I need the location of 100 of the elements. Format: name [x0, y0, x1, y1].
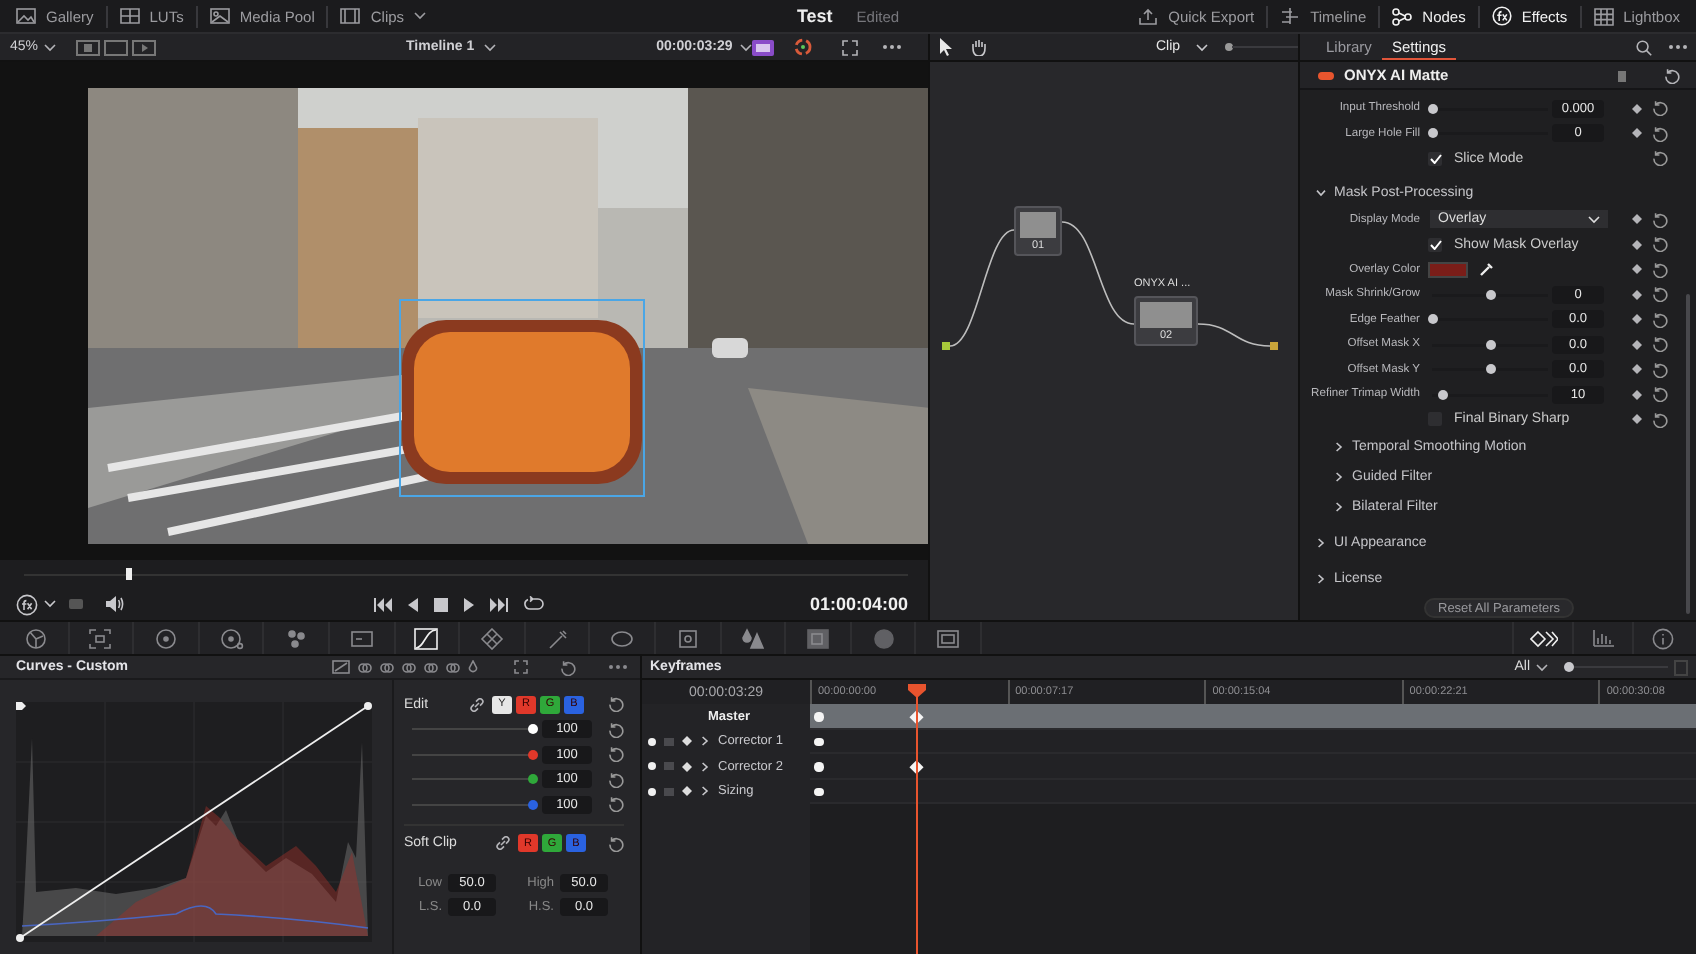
reverse-play-icon[interactable]: [408, 597, 418, 611]
checkbox[interactable]: [1428, 237, 1442, 252]
crosshair-icon[interactable]: [675, 627, 700, 649]
more-icon[interactable]: [608, 664, 628, 670]
play-view-icon[interactable]: [132, 39, 157, 55]
trash-icon[interactable]: [1616, 68, 1628, 82]
reset-icon[interactable]: [1652, 125, 1668, 142]
square-icon[interactable]: [805, 627, 830, 649]
slider-track[interactable]: [412, 723, 532, 736]
enable-dot[interactable]: [648, 787, 656, 796]
zoom-slider-icon[interactable]: [1224, 42, 1298, 52]
color-swatch[interactable]: [1428, 261, 1468, 278]
chevron-icon[interactable]: [700, 786, 710, 797]
curve-icon[interactable]: [414, 627, 439, 649]
diamond-icon[interactable]: [1529, 629, 1557, 647]
play-icon[interactable]: [464, 597, 474, 611]
keyframe-diamond-icon[interactable]: [1632, 239, 1642, 250]
keyframe-diamond-icon[interactable]: [1632, 214, 1642, 225]
slider-track[interactable]: [1432, 363, 1548, 376]
keyframe-diamond-icon[interactable]: [1632, 128, 1642, 139]
pointer-icon[interactable]: [940, 38, 954, 56]
slider-thumb[interactable]: [1564, 662, 1575, 672]
rectangle-icon[interactable]: [349, 627, 374, 649]
link-icon[interactable]: [496, 836, 510, 851]
keyframe-diamond-icon[interactable]: [682, 786, 692, 797]
slider-track[interactable]: [1432, 388, 1548, 401]
caret-icon[interactable]: [1536, 663, 1548, 671]
single-view-icon[interactable]: [76, 39, 101, 55]
caret-icon[interactable]: [44, 600, 56, 608]
reset-icon[interactable]: [608, 796, 624, 813]
sphere-icon[interactable]: [871, 627, 896, 649]
enable-dot[interactable]: [648, 737, 656, 746]
keyframe-diamond-icon[interactable]: [682, 761, 692, 772]
reset-icon[interactable]: [608, 771, 624, 788]
hand-icon[interactable]: [970, 38, 986, 56]
chevron-icon[interactable]: [1334, 442, 1344, 452]
skip-end-icon[interactable]: [490, 597, 508, 611]
checkbox[interactable]: [1428, 151, 1442, 166]
slider-track[interactable]: [1432, 313, 1548, 326]
slider-track[interactable]: [1432, 288, 1548, 301]
reset-icon[interactable]: [608, 721, 624, 738]
reset-icon[interactable]: [1652, 411, 1668, 428]
reset-icon[interactable]: [1652, 211, 1668, 228]
keyframe-diamond-icon[interactable]: [1632, 103, 1642, 114]
reset-icon[interactable]: [1652, 336, 1668, 353]
keyframe-diamond-icon[interactable]: [1632, 314, 1642, 325]
keyframe-diamond-icon[interactable]: [1632, 289, 1642, 300]
slider-track[interactable]: [1432, 127, 1548, 140]
slider-track[interactable]: [412, 748, 532, 761]
graph-mode-icon[interactable]: [332, 660, 350, 674]
slider-track[interactable]: [1564, 661, 1668, 673]
slider-thumb[interactable]: [1485, 364, 1495, 375]
chevron-icon[interactable]: [1316, 187, 1326, 197]
enable-toggle[interactable]: [1318, 71, 1334, 79]
slider-thumb[interactable]: [1427, 103, 1437, 114]
stop-icon[interactable]: [434, 597, 448, 611]
waveform-icon[interactable]: [1591, 628, 1615, 648]
caret-icon[interactable]: [740, 43, 753, 51]
keyframe-diamond-icon[interactable]: [1632, 414, 1642, 425]
circle-dot-icon[interactable]: [219, 627, 244, 649]
reset-icon[interactable]: [608, 746, 624, 763]
slider-thumb[interactable]: [1485, 289, 1495, 300]
keyframe-diamond-icon[interactable]: [1632, 364, 1642, 375]
slider-track[interactable]: [1432, 102, 1548, 115]
slider-track[interactable]: [412, 798, 532, 811]
drop-icon[interactable]: [468, 660, 478, 674]
chevron-icon[interactable]: [1334, 472, 1344, 482]
fullscreen-icon[interactable]: [842, 39, 859, 55]
keyframe-diamond-icon[interactable]: [682, 736, 692, 747]
reset-icon[interactable]: [608, 835, 624, 852]
eyedropper-icon[interactable]: [1480, 262, 1494, 277]
caret-icon[interactable]: [1196, 43, 1209, 51]
skip-start-icon[interactable]: [374, 597, 392, 611]
reset-icon[interactable]: [560, 659, 576, 675]
split-view-icon[interactable]: [104, 39, 129, 55]
loop-icon[interactable]: [524, 596, 544, 612]
frame-corners-icon[interactable]: [88, 627, 113, 649]
caret-icon[interactable]: [484, 43, 497, 51]
clip-icon[interactable]: [752, 39, 775, 55]
expand-icon[interactable]: [514, 660, 528, 674]
keyframe-diamond-icon[interactable]: [1632, 264, 1642, 275]
playhead[interactable]: [907, 684, 926, 954]
slider-track[interactable]: [1432, 338, 1548, 351]
ellipse-icon[interactable]: [610, 627, 635, 649]
keyframe-dot[interactable]: [814, 737, 823, 746]
enable-dot[interactable]: [648, 762, 656, 771]
frame-icon[interactable]: [936, 627, 961, 649]
chevron-icon[interactable]: [700, 761, 710, 772]
slider-thumb[interactable]: [527, 799, 537, 810]
keyframe-diamond-icon[interactable]: [1632, 339, 1642, 350]
color-wheel-icon[interactable]: [794, 38, 813, 56]
chevron-icon[interactable]: [1334, 502, 1344, 512]
reset-icon[interactable]: [1652, 361, 1668, 378]
link-icon[interactable]: [470, 697, 484, 712]
reset-icon[interactable]: [1652, 386, 1668, 403]
info-icon[interactable]: [1652, 627, 1674, 649]
slider-thumb[interactable]: [125, 568, 132, 580]
reset-icon[interactable]: [1664, 67, 1680, 83]
drop-icon[interactable]: [740, 627, 765, 649]
keyframe-dot[interactable]: [814, 762, 823, 771]
